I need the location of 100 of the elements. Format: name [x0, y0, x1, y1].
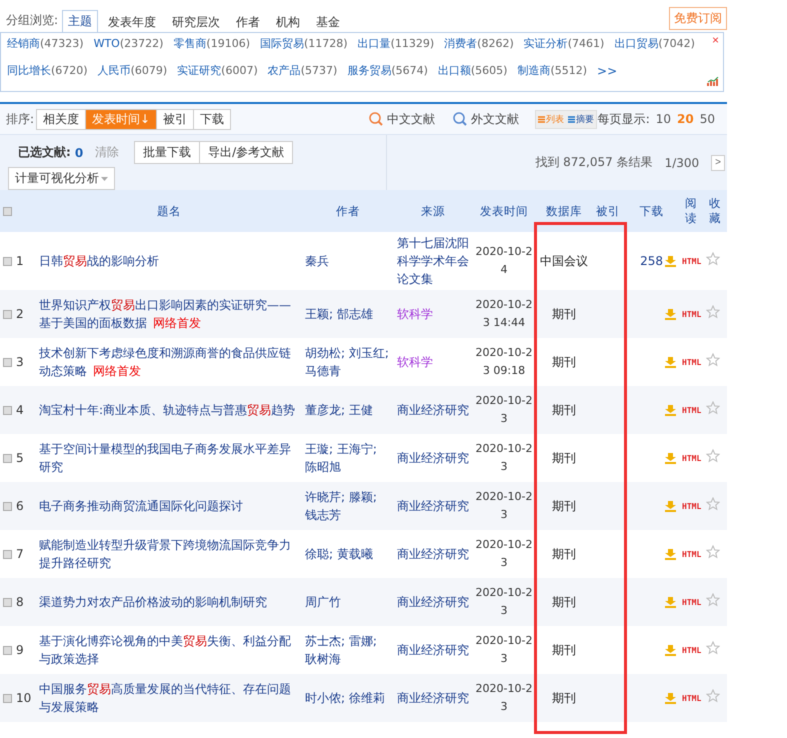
author-names[interactable]: 董彦龙; 王健	[305, 401, 391, 419]
author-names[interactable]: 王璇; 王海宁; 陈昭旭	[305, 440, 391, 476]
article-title-link[interactable]: 世界知识产权贸易出口影响因素的实证研究——基于美国的面板数据 网络首发	[39, 296, 299, 332]
action-button[interactable]: 导出/参考文献	[199, 141, 294, 164]
keyword-link[interactable]: 消费者(8262)	[444, 37, 514, 60]
star-icon[interactable]	[706, 400, 720, 414]
source-link[interactable]: 商业经济研究	[397, 401, 469, 419]
star-icon[interactable]	[706, 252, 720, 266]
star-icon[interactable]	[706, 640, 720, 654]
html-read-link[interactable]: HTML	[682, 406, 702, 415]
chart-icon[interactable]	[707, 77, 719, 87]
article-title-link[interactable]: 赋能制造业转型升级背景下跨境物流国际竞争力提升路径研究	[39, 536, 299, 572]
keyword-link[interactable]: 同比增长(6720)	[7, 64, 88, 87]
row-checkbox[interactable]	[3, 694, 12, 703]
action-button[interactable]: 批量下载	[134, 141, 200, 164]
keyword-link[interactable]: 出口贸易(7042)	[614, 37, 695, 60]
source-link[interactable]: 商业经济研究	[397, 689, 469, 707]
download-icon[interactable]	[665, 404, 676, 416]
view-toggle[interactable]: 摘要	[566, 110, 596, 128]
keyword-link[interactable]: 人民币(6079)	[98, 64, 168, 87]
keyword-link[interactable]: 经销商(47323)	[7, 37, 84, 60]
sort-option[interactable]: 相关度	[36, 108, 86, 130]
download-icon[interactable]	[665, 500, 676, 512]
keyword-link[interactable]: 制造商(5512)	[517, 64, 588, 87]
row-checkbox[interactable]	[3, 598, 12, 607]
source-link[interactable]: 商业经济研究	[397, 641, 469, 659]
more-link[interactable]: >>	[597, 64, 618, 87]
author-names[interactable]: 秦兵	[305, 252, 391, 270]
sort-option[interactable]: 被引	[156, 108, 194, 130]
row-checkbox[interactable]	[3, 406, 12, 415]
keyword-link[interactable]: 服务贸易(5674)	[347, 64, 428, 87]
group-tab[interactable]: 主题	[62, 10, 98, 33]
source-link[interactable]: 软科学	[397, 305, 469, 323]
source-link[interactable]: 第十七届沈阳科学学术年会论文集	[397, 234, 469, 288]
author-names[interactable]: 周广竹	[305, 593, 391, 611]
source-link[interactable]: 商业经济研究	[397, 449, 469, 467]
star-icon[interactable]	[706, 592, 720, 606]
source-filter-link[interactable]: 中文文献	[369, 110, 436, 128]
article-title-link[interactable]: 基于演化博弈论视角的中美贸易失衡、利益分配与政策选择	[39, 632, 299, 668]
row-checkbox[interactable]	[3, 454, 12, 463]
analysis-dropdown[interactable]: 计量可视化分析	[8, 167, 115, 190]
next-page-button[interactable]: >	[711, 154, 725, 170]
row-checkbox[interactable]	[3, 502, 12, 511]
html-read-link[interactable]: HTML	[682, 694, 702, 703]
star-icon[interactable]	[706, 496, 720, 510]
download-icon[interactable]	[665, 692, 676, 704]
html-read-link[interactable]: HTML	[682, 550, 702, 559]
download-icon[interactable]	[665, 548, 676, 560]
download-icon[interactable]	[665, 644, 676, 656]
author-names[interactable]: 胡劲松; 刘玉红; 马德青	[305, 344, 391, 380]
sort-option[interactable]: 下载	[193, 108, 232, 130]
article-title-link[interactable]: 电子商务推动商贸流通国际化问题探讨	[39, 497, 299, 515]
star-icon[interactable]	[706, 544, 720, 558]
source-link[interactable]: 软科学	[397, 353, 469, 371]
keyword-link[interactable]: WTO(23722)	[94, 37, 164, 60]
html-read-link[interactable]: HTML	[682, 257, 702, 266]
author-names[interactable]: 苏士杰; 雷娜; 耿树海	[305, 632, 391, 668]
select-all-checkbox[interactable]	[3, 207, 12, 216]
keyword-link[interactable]: 实证分析(7461)	[524, 37, 604, 60]
star-icon[interactable]	[706, 688, 720, 702]
row-checkbox[interactable]	[3, 358, 12, 367]
article-title-link[interactable]: 日韩贸易战的影响分析	[39, 252, 299, 270]
per-page-option[interactable]: 10	[656, 112, 672, 126]
download-icon[interactable]	[665, 256, 676, 266]
html-read-link[interactable]: HTML	[682, 358, 702, 367]
row-checkbox[interactable]	[3, 646, 12, 655]
keyword-link[interactable]: 实证研究(6007)	[177, 64, 258, 87]
html-read-link[interactable]: HTML	[682, 598, 702, 607]
keyword-link[interactable]: 出口额(5605)	[438, 64, 508, 87]
article-title-link[interactable]: 淘宝村十年:商业本质、轨迹特点与普惠贸易趋势	[39, 401, 299, 419]
download-icon[interactable]	[665, 596, 676, 608]
per-page-option[interactable]: 50	[700, 112, 715, 126]
keyword-link[interactable]: 零售商(19106)	[173, 37, 250, 60]
star-icon[interactable]	[706, 352, 720, 366]
row-checkbox[interactable]	[3, 256, 12, 266]
download-icon[interactable]	[665, 452, 676, 464]
source-link[interactable]: 商业经济研究	[397, 593, 469, 611]
download-icon[interactable]	[665, 356, 676, 368]
article-title-link[interactable]: 渠道势力对农产品价格波动的影响机制研究	[39, 593, 299, 611]
html-read-link[interactable]: HTML	[682, 646, 702, 655]
download-icon[interactable]	[665, 308, 676, 320]
keyword-link[interactable]: 农产品(5737)	[268, 64, 338, 87]
star-icon[interactable]	[706, 448, 720, 462]
keyword-link[interactable]: 出口量(11329)	[358, 37, 434, 60]
source-link[interactable]: 商业经济研究	[397, 545, 469, 563]
author-names[interactable]: 徐聪; 黄载曦	[305, 545, 391, 563]
source-filter-link[interactable]: 外文文献	[453, 110, 520, 128]
keyword-link[interactable]: 国际贸易(11728)	[260, 37, 348, 60]
article-title-link[interactable]: 基于空间计量模型的我国电子商务发展水平差异研究	[39, 440, 299, 476]
article-title-link[interactable]: 中国服务贸易高质量发展的当代特征、存在问题与发展策略	[39, 680, 299, 716]
close-button[interactable]: ×	[712, 33, 719, 47]
article-title-link[interactable]: 技术创新下考虑绿色度和溯源商誉的食品供应链动态策略 网络首发	[39, 344, 299, 380]
author-names[interactable]: 许晓芹; 滕颖; 钱志芳	[305, 488, 391, 524]
row-checkbox[interactable]	[3, 310, 12, 319]
author-names[interactable]: 王颖; 郜志雄	[305, 305, 391, 323]
html-read-link[interactable]: HTML	[682, 454, 702, 463]
source-link[interactable]: 商业经济研究	[397, 497, 469, 515]
html-read-link[interactable]: HTML	[682, 310, 702, 319]
author-names[interactable]: 时小侬; 徐维莉	[305, 689, 391, 707]
row-checkbox[interactable]	[3, 550, 12, 559]
